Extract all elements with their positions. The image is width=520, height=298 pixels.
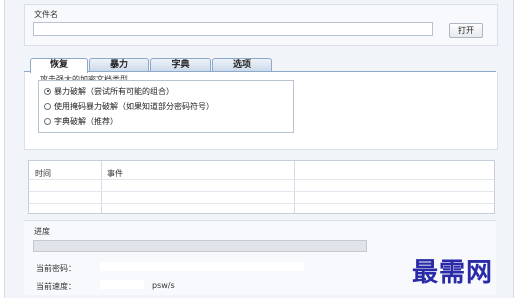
- radio-label: 暴力破解（尝试所有可能的组合）: [54, 86, 174, 96]
- radio-label: 字典破解（推荐）: [54, 116, 118, 126]
- current-speed-label: 当前速度：: [36, 282, 76, 291]
- tab-brute-force[interactable]: 暴力: [89, 58, 149, 72]
- radio-label: 使用掩码暴力破解（如果知道部分密码符号）: [54, 101, 214, 111]
- radio-mask-attack[interactable]: 使用掩码暴力破解（如果知道部分密码符号）: [44, 101, 214, 111]
- event-log-table[interactable]: 时间 事件: [28, 160, 495, 214]
- column-divider: [294, 161, 295, 213]
- current-speed-field: [100, 280, 144, 289]
- row-divider: [29, 203, 494, 204]
- radio-icon: [44, 102, 51, 110]
- speed-unit: psw/s: [152, 281, 175, 290]
- tab-recover[interactable]: 恢复: [30, 58, 88, 73]
- row-divider: [29, 179, 494, 180]
- open-button[interactable]: 打开: [449, 23, 483, 38]
- watermark-logo: 最需网: [412, 258, 494, 288]
- file-name-input[interactable]: [33, 22, 433, 36]
- column-header-event[interactable]: 事件: [107, 168, 123, 179]
- column-header-time[interactable]: 时间: [35, 168, 51, 179]
- radio-icon: [44, 117, 51, 125]
- progress-bar: [33, 240, 367, 252]
- radio-brute-force[interactable]: 暴力破解（尝试所有可能的组合）: [44, 86, 174, 96]
- progress-label: 进度: [34, 227, 50, 236]
- radio-selected-icon: [44, 87, 51, 95]
- tab-options[interactable]: 选项: [212, 58, 272, 72]
- current-password-label: 当前密码：: [36, 264, 76, 273]
- current-password-field: [100, 262, 304, 271]
- column-divider: [101, 161, 102, 213]
- row-divider: [29, 191, 494, 192]
- radio-dictionary-attack[interactable]: 字典破解（推荐）: [44, 116, 118, 126]
- tab-dictionary[interactable]: 字典: [150, 58, 211, 72]
- file-name-label: 文件名: [34, 10, 58, 19]
